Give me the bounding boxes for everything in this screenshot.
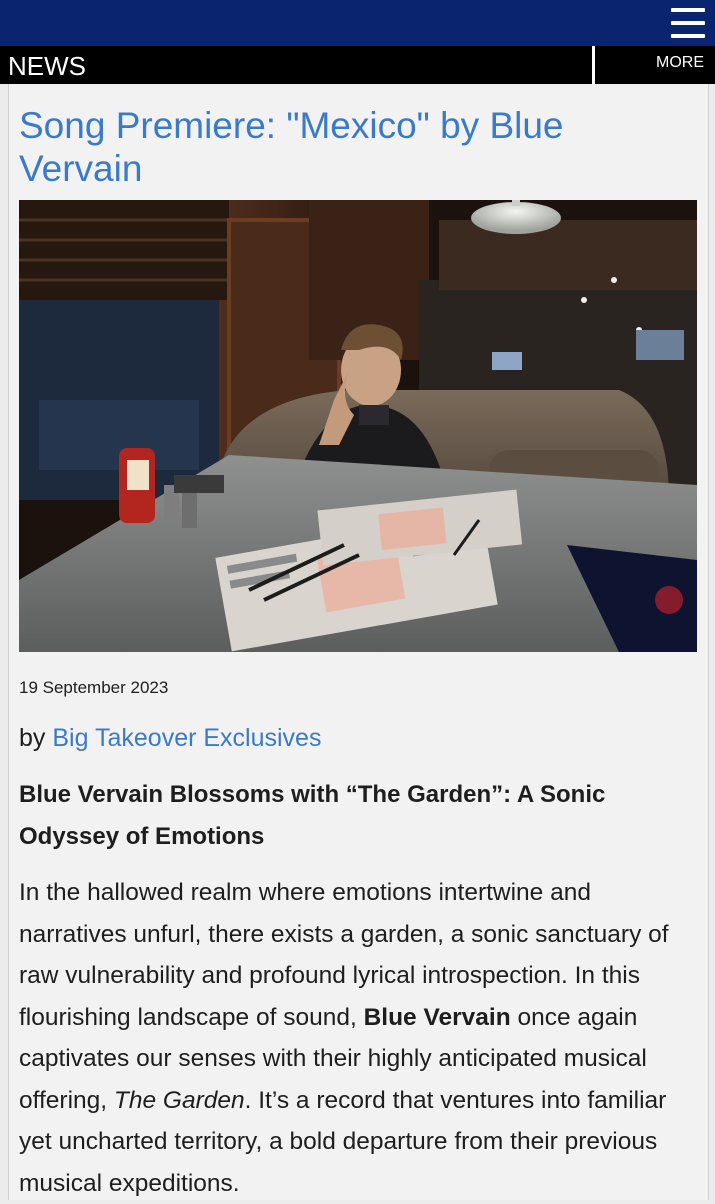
section-nav-bar: NEWS MORE	[0, 46, 715, 84]
article-body-paragraph: In the hallowed realm where emotions int…	[19, 872, 691, 1204]
menu-line	[671, 21, 705, 25]
byline-prefix: by	[19, 724, 46, 752]
band-name-bold: Blue Vervain	[363, 1003, 511, 1031]
nav-news-link[interactable]: NEWS	[8, 51, 86, 82]
nav-more-link[interactable]: MORE	[656, 54, 704, 72]
top-header-bar	[0, 0, 715, 46]
article-container: Song Premiere: "Mexico" by Blue Vervain	[8, 84, 709, 1200]
hamburger-menu-icon[interactable]	[671, 8, 705, 38]
article-title[interactable]: Song Premiere: "Mexico" by Blue Vervain	[19, 104, 679, 190]
nav-divider	[592, 46, 595, 84]
article-date: 19 September 2023	[19, 678, 169, 697]
menu-line	[671, 34, 705, 38]
album-title-italic: The Garden	[113, 1086, 245, 1114]
diner-photo-illustration	[19, 200, 697, 652]
byline: by Big Takeover Exclusives	[19, 724, 321, 753]
author-link[interactable]: Big Takeover Exclusives	[52, 724, 321, 752]
article-subheading: Blue Vervain Blossoms with “The Garden”:…	[19, 781, 606, 850]
menu-line	[671, 8, 705, 12]
article-photo	[19, 200, 697, 652]
